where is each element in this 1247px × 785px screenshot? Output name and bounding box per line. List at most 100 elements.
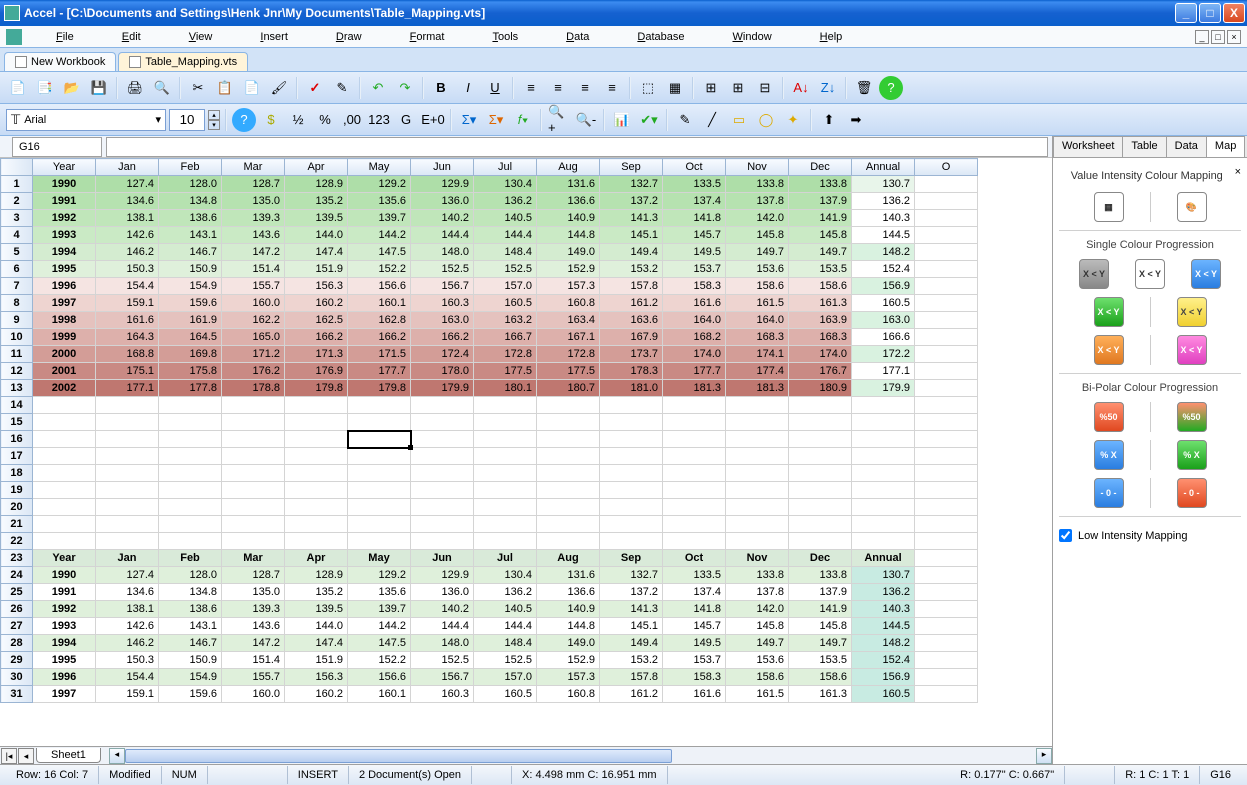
data-cell[interactable]: 160.2 xyxy=(285,295,348,312)
data-cell[interactable]: 1998 xyxy=(33,312,96,329)
data-cell[interactable] xyxy=(726,499,789,516)
data-cell[interactable]: 140.2 xyxy=(411,601,474,618)
row-header[interactable]: 11 xyxy=(1,346,33,363)
data-cell[interactable]: 148.4 xyxy=(474,244,537,261)
data-cell[interactable]: 164.3 xyxy=(96,329,159,346)
data-cell[interactable] xyxy=(915,635,978,652)
data-cell[interactable] xyxy=(348,448,411,465)
data-cell[interactable] xyxy=(600,499,663,516)
data-cell[interactable] xyxy=(348,431,411,448)
row-header[interactable]: 1 xyxy=(1,176,33,193)
data-cell[interactable] xyxy=(915,669,978,686)
data-cell[interactable]: 1991 xyxy=(33,193,96,210)
data-cell[interactable]: 136.6 xyxy=(537,193,600,210)
data-cell[interactable] xyxy=(411,482,474,499)
data-cell[interactable] xyxy=(96,499,159,516)
data-cell[interactable]: 176.2 xyxy=(222,363,285,380)
data-cell[interactable]: 160.5 xyxy=(474,686,537,703)
data-cell[interactable]: 142.6 xyxy=(96,618,159,635)
row-header[interactable]: 18 xyxy=(1,465,33,482)
data-cell[interactable] xyxy=(411,499,474,516)
open-button[interactable]: 📂 xyxy=(60,76,84,100)
data-cell[interactable]: 135.2 xyxy=(285,584,348,601)
data-cell[interactable]: 134.8 xyxy=(159,193,222,210)
data-cell[interactable]: 177.5 xyxy=(474,363,537,380)
ins-col-button[interactable]: ⊞ xyxy=(726,76,750,100)
col-header[interactable]: Jun xyxy=(411,159,474,176)
data-cell[interactable]: 141.8 xyxy=(663,601,726,618)
star-button[interactable]: ✦ xyxy=(781,108,805,132)
spellcheck-button[interactable]: ✓ xyxy=(303,76,327,100)
border-button[interactable]: ▦ xyxy=(663,76,687,100)
data-cell[interactable] xyxy=(411,448,474,465)
data-cell[interactable]: 160.5 xyxy=(852,686,915,703)
ellipse-button[interactable]: ◯ xyxy=(754,108,778,132)
pencil-button[interactable]: ✎ xyxy=(673,108,697,132)
data-cell[interactable] xyxy=(33,448,96,465)
data-cell[interactable] xyxy=(159,516,222,533)
data-cell[interactable]: 130.4 xyxy=(474,567,537,584)
decimal-button[interactable]: ,00 xyxy=(340,108,364,132)
data-cell[interactable]: 153.6 xyxy=(726,261,789,278)
data-cell[interactable]: 161.3 xyxy=(789,686,852,703)
col-header[interactable]: Feb xyxy=(159,159,222,176)
col-header[interactable]: Annual xyxy=(852,159,915,176)
tab-table[interactable]: Table xyxy=(1122,136,1166,157)
size-up-button[interactable]: ▴ xyxy=(208,110,220,120)
data-cell[interactable]: 141.9 xyxy=(789,210,852,227)
data-cell[interactable]: 147.5 xyxy=(348,244,411,261)
data-cell[interactable]: 153.2 xyxy=(600,652,663,669)
data-cell[interactable] xyxy=(537,397,600,414)
data-cell[interactable]: 168.3 xyxy=(789,329,852,346)
col-header[interactable]: Jul xyxy=(474,159,537,176)
data-cell[interactable] xyxy=(96,465,159,482)
data-cell[interactable] xyxy=(915,210,978,227)
row-header[interactable]: 25 xyxy=(1,584,33,601)
data-cell[interactable]: 160.1 xyxy=(348,686,411,703)
data-cell[interactable] xyxy=(33,465,96,482)
data-cell[interactable]: 140.5 xyxy=(474,601,537,618)
data-cell[interactable]: Jul xyxy=(474,550,537,567)
row-header[interactable]: 4 xyxy=(1,227,33,244)
data-cell[interactable]: 161.3 xyxy=(789,295,852,312)
data-cell[interactable]: 138.6 xyxy=(159,601,222,618)
data-cell[interactable] xyxy=(96,482,159,499)
data-cell[interactable]: 1997 xyxy=(33,686,96,703)
data-cell[interactable] xyxy=(852,397,915,414)
menu-view[interactable]: View xyxy=(165,29,237,45)
print-preview-button[interactable]: 🔍 xyxy=(150,76,174,100)
data-cell[interactable]: May xyxy=(348,550,411,567)
data-cell[interactable]: 147.4 xyxy=(285,244,348,261)
row-header[interactable]: 31 xyxy=(1,686,33,703)
data-cell[interactable] xyxy=(915,499,978,516)
data-cell[interactable]: 150.9 xyxy=(159,652,222,669)
data-cell[interactable]: 145.8 xyxy=(789,618,852,635)
currency-button[interactable]: $ xyxy=(259,108,283,132)
xlty-green-button[interactable]: X < Y xyxy=(1094,297,1124,327)
scroll-thumb[interactable] xyxy=(125,749,672,763)
data-cell[interactable]: 137.8 xyxy=(726,584,789,601)
table-icon[interactable]: ▦ xyxy=(1094,192,1124,222)
data-cell[interactable]: 128.7 xyxy=(222,176,285,193)
data-cell[interactable]: Nov xyxy=(726,550,789,567)
data-cell[interactable]: 144.2 xyxy=(348,227,411,244)
data-cell[interactable] xyxy=(222,465,285,482)
scroll-left-button[interactable]: ◂ xyxy=(109,748,125,764)
row-header[interactable]: 14 xyxy=(1,397,33,414)
data-cell[interactable]: 177.7 xyxy=(348,363,411,380)
data-cell[interactable]: 160.5 xyxy=(852,295,915,312)
data-cell[interactable] xyxy=(852,414,915,431)
data-cell[interactable]: 165.0 xyxy=(222,329,285,346)
data-cell[interactable]: 146.7 xyxy=(159,244,222,261)
data-cell[interactable] xyxy=(915,414,978,431)
data-cell[interactable]: 163.2 xyxy=(474,312,537,329)
data-cell[interactable]: 137.8 xyxy=(726,193,789,210)
zoom-in-button[interactable]: 🔍+ xyxy=(547,108,571,132)
data-cell[interactable] xyxy=(348,414,411,431)
data-cell[interactable]: 164.0 xyxy=(663,312,726,329)
data-cell[interactable]: 139.5 xyxy=(285,210,348,227)
data-cell[interactable] xyxy=(852,482,915,499)
data-cell[interactable]: 155.7 xyxy=(222,669,285,686)
font-size-input[interactable] xyxy=(169,109,205,131)
data-cell[interactable]: 181.0 xyxy=(600,380,663,397)
